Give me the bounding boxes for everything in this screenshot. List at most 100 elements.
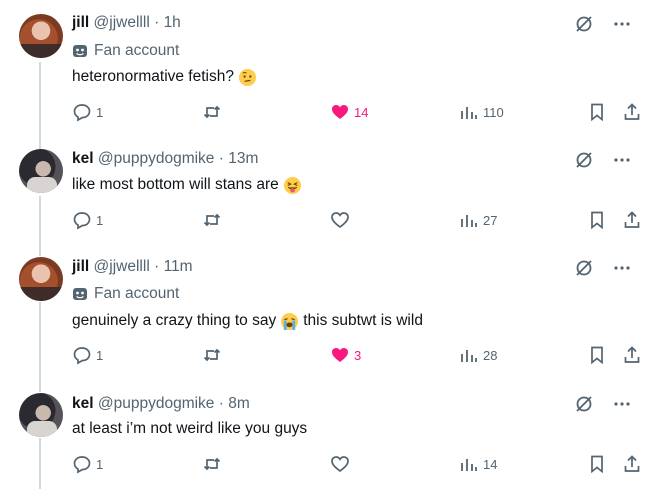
tweet[interactable]: jill @jjwellll · 11m Fan account genuine… [0,243,654,379]
tongue-out-face-icon [283,176,301,194]
reply-button[interactable]: 1 [72,454,103,474]
grok-icon[interactable] [574,14,594,34]
share-button[interactable] [622,210,642,230]
share-icon [624,346,640,363]
view-count: 28 [483,347,498,363]
separator-dot: · [154,258,160,275]
share-button[interactable] [622,102,642,122]
views-button[interactable]: 27 [459,210,497,230]
views-button[interactable]: 28 [459,345,497,365]
repost-icon [203,105,221,119]
display-name[interactable]: kel [72,150,94,167]
tweet-header: jill @jjwellll · 11m [72,257,193,277]
action-bar: 1 14 110 [72,102,644,122]
tweet-header: kel @puppydogmike · 13m [72,149,258,169]
view-count: 27 [483,212,498,228]
repost-button[interactable] [202,454,222,474]
grok-icon[interactable] [574,150,594,170]
views-chart-icon [461,459,477,471]
views-button[interactable]: 110 [459,102,504,122]
repost-button[interactable] [202,102,222,122]
theater-mask-icon [73,288,87,300]
more-options-icon[interactable] [612,14,632,34]
bookmark-button[interactable] [587,102,607,122]
share-icon [624,211,640,228]
reply-button[interactable]: 1 [72,102,103,122]
bookmark-icon [591,346,603,365]
grok-icon[interactable] [574,394,594,414]
reply-count: 1 [96,212,104,228]
display-name[interactable]: jill [72,14,89,31]
timestamp[interactable]: 8m [228,395,250,412]
repost-button[interactable] [202,345,222,365]
view-count: 110 [483,104,504,120]
share-button[interactable] [622,454,642,474]
share-button[interactable] [622,345,642,365]
action-bar: 1 3 28 [72,345,644,365]
tweet[interactable]: kel @puppydogmike · 13m like most bottom… [0,135,654,243]
more-options-icon[interactable] [612,258,632,278]
like-count: 14 [354,104,369,120]
bookmark-button[interactable] [587,345,607,365]
avatar[interactable] [19,14,63,58]
tweet[interactable]: jill @jjwellll · 1h Fan account heterono… [0,0,654,135]
user-handle[interactable]: @puppydogmike [98,395,215,412]
more-options-icon[interactable] [612,150,632,170]
heart-filled-icon [332,348,348,362]
tweet-text-content: like most bottom will stans are [72,176,279,193]
timestamp[interactable]: 1h [164,14,181,31]
tweet[interactable]: kel @puppydogmike · 8m at least i’m not … [0,379,654,489]
heart-outline-icon [331,456,349,473]
grok-icon[interactable] [574,258,594,278]
more-options-icon[interactable] [612,394,632,414]
share-icon [624,103,640,120]
timestamp[interactable]: 13m [228,150,258,167]
fan-account-label: Fan account [72,284,179,304]
reply-icon [73,212,91,230]
like-button[interactable]: 14 [330,102,368,122]
tweet-text: genuinely a crazy thing to say this subt… [72,311,423,331]
separator-dot: · [218,395,224,412]
repost-button[interactable] [202,210,222,230]
action-bar: 1 14 [72,454,644,474]
reply-count: 1 [96,347,104,363]
user-handle[interactable]: @jjwellll [94,14,150,31]
bookmark-button[interactable] [587,454,607,474]
avatar[interactable] [19,393,63,437]
timestamp[interactable]: 11m [164,258,193,275]
avatar[interactable] [19,149,63,193]
display-name[interactable]: jill [72,258,89,275]
like-button[interactable] [330,210,354,230]
raised-eyebrow-face-icon [238,68,257,86]
tweet-text-content: genuinely a crazy thing to say [72,312,277,329]
display-name[interactable]: kel [72,395,94,412]
tweet-header: kel @puppydogmike · 8m [72,394,250,414]
label-text: Fan account [94,42,180,59]
views-chart-icon [461,215,477,227]
avatar[interactable] [19,257,63,301]
reply-count: 1 [96,104,104,120]
views-chart-icon [461,107,477,119]
tweet-text-continued: this subtwt is wild [303,312,423,329]
bookmark-icon [591,103,603,122]
like-button[interactable]: 3 [330,345,361,365]
heart-outline-icon [331,212,349,229]
reply-button[interactable]: 1 [72,210,103,230]
reply-icon [73,456,91,474]
views-button[interactable]: 14 [459,454,497,474]
bookmark-icon [591,455,603,474]
crying-face-icon [281,312,299,330]
user-handle[interactable]: @jjwellll [94,258,150,275]
reply-button[interactable]: 1 [72,345,103,365]
tweet-text: like most bottom will stans are [72,175,302,195]
tweet-text: heteronormative fetish? [72,67,257,87]
like-button[interactable] [330,454,354,474]
user-handle[interactable]: @puppydogmike [98,150,215,167]
bookmark-icon [591,211,603,230]
fan-account-label: Fan account [72,41,179,61]
tweet-text-content: at least i’m not weird like you guys [72,420,308,437]
bookmark-button[interactable] [587,210,607,230]
reply-icon [73,104,91,122]
view-count: 14 [483,456,498,472]
separator-dot: · [154,14,160,31]
